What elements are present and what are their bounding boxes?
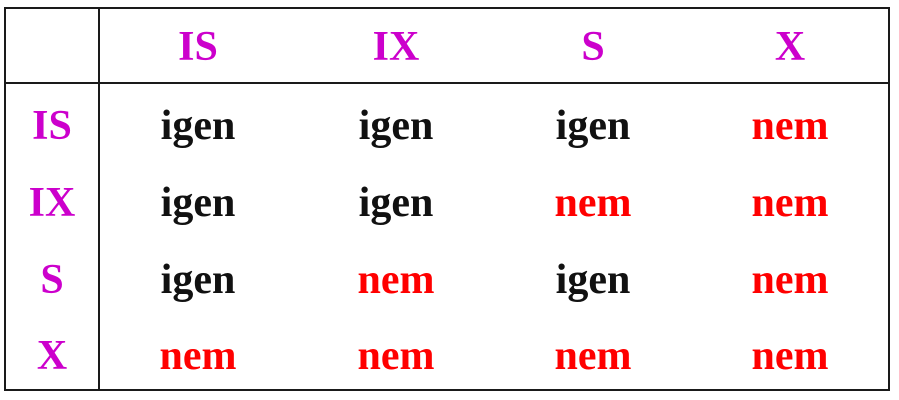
row-header: S	[40, 257, 64, 303]
row-header-divider	[98, 7, 100, 389]
table-cell: igen	[555, 103, 631, 149]
column-header-divider	[4, 82, 890, 84]
column-header: X	[774, 24, 806, 70]
table-cell: nem	[751, 257, 829, 303]
table-cell: nem	[159, 333, 237, 379]
table-cell: nem	[357, 333, 435, 379]
table-cell: nem	[554, 333, 632, 379]
table-cell: nem	[357, 257, 435, 303]
row-header: IX	[28, 180, 76, 226]
table-cell: igen	[160, 257, 236, 303]
table-cell: igen	[555, 257, 631, 303]
table-cell: nem	[751, 333, 829, 379]
row-header: X	[36, 333, 68, 379]
table-cell: igen	[358, 103, 434, 149]
column-header: IS	[178, 24, 218, 70]
table-cell: nem	[751, 103, 829, 149]
column-header: S	[581, 24, 605, 70]
table-cell: igen	[358, 180, 434, 226]
row-header: IS	[32, 103, 72, 149]
table-cell: igen	[160, 180, 236, 226]
table-cell: nem	[554, 180, 632, 226]
table-cell: igen	[160, 103, 236, 149]
column-header: IX	[372, 24, 420, 70]
table-cell: nem	[751, 180, 829, 226]
